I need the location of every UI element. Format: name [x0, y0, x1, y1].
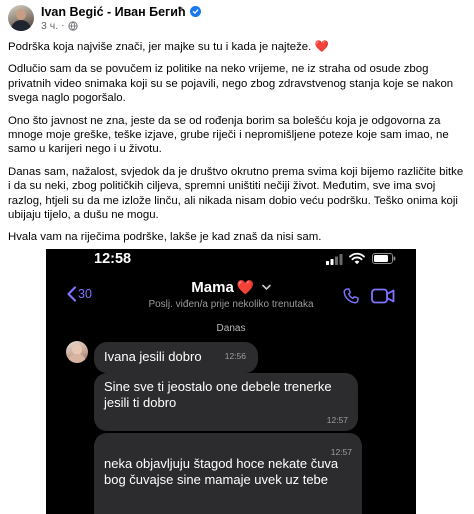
message-bubble[interactable]: Ivana jesili dobro 12:56: [94, 342, 258, 373]
author-avatar[interactable]: [8, 5, 34, 31]
status-clock: 12:58: [94, 251, 132, 267]
battery-icon: [372, 253, 396, 264]
message-time: 12:57: [326, 415, 348, 425]
globe-icon[interactable]: [67, 20, 78, 31]
post-paragraph-1-text: Podrška koja najviše znači, jer majke su…: [8, 41, 312, 53]
post-header: Ivan Begić - Иван Бегић 3 ч. ·: [8, 2, 201, 34]
post-paragraph-3: Ono što javnost ne zna, jeste da se od r…: [8, 114, 449, 156]
message-bubble[interactable]: Sine sve ti jeostalo one debele trenerke…: [94, 373, 358, 431]
status-bar: 12:58: [46, 249, 416, 271]
post-meta: 3 ч. ·: [41, 20, 201, 32]
message-time: 12:57: [330, 447, 352, 457]
message-time: 12:56: [224, 351, 246, 361]
post-timestamp[interactable]: 3 ч.: [41, 20, 58, 32]
message-bubble[interactable]: 12:57 neka objavljuju štagod hoce nekate…: [94, 433, 362, 514]
facebook-post: Ivan Begić - Иван Бегић 3 ч. · Podrška k…: [0, 0, 474, 249]
post-body: Podrška koja najviše znači, jer majke su…: [8, 40, 468, 253]
chevron-down-icon: [261, 284, 271, 291]
post-paragraph-4: Danas sam, nažalost, svjedok da je društ…: [8, 165, 464, 222]
author-block: Ivan Begić - Иван Бегић 3 ч. ·: [41, 5, 201, 32]
contact-heart-emoji: ❤️: [236, 279, 255, 295]
post-paragraph-1: Podrška koja najviše znači, jer majke su…: [8, 40, 468, 54]
message-text: neka objavljuju štagod hoce nekate čuva …: [104, 456, 339, 487]
contact-title[interactable]: Mama ❤️: [46, 279, 416, 297]
chat-header: 30 Mama ❤️ Poslj. viđen/a prije nekoliko …: [46, 275, 416, 325]
phone-screenshot: 12:58 30 Mama ❤️ Poslj. viđen/a prije ne…: [46, 249, 416, 514]
verified-icon: [189, 6, 201, 17]
heart-emoji: ❤️: [314, 41, 329, 53]
video-icon[interactable]: [371, 288, 395, 304]
author-line: Ivan Begić - Иван Бегић: [41, 5, 201, 19]
author-name[interactable]: Ivan Begić - Иван Бегић: [41, 5, 186, 19]
signal-icon: [326, 254, 343, 265]
date-divider: Danas: [216, 323, 246, 334]
contact-name: Mama: [191, 279, 234, 296]
message-text: Sine sve ti jeostalo one debele trenerke…: [104, 379, 332, 410]
contact-avatar[interactable]: [66, 341, 88, 363]
meta-separator: ·: [61, 20, 65, 31]
post-paragraph-5: Hvala vam na riječima podrške, lakše je …: [8, 231, 322, 244]
phone-icon[interactable]: [342, 287, 360, 305]
wifi-icon: [349, 252, 365, 265]
post-paragraph-2: Odlučio sam da se povučem iz politike na…: [8, 63, 454, 105]
last-seen-status: Poslj. viđen/a prije nekoliko trenutaka: [148, 299, 314, 310]
